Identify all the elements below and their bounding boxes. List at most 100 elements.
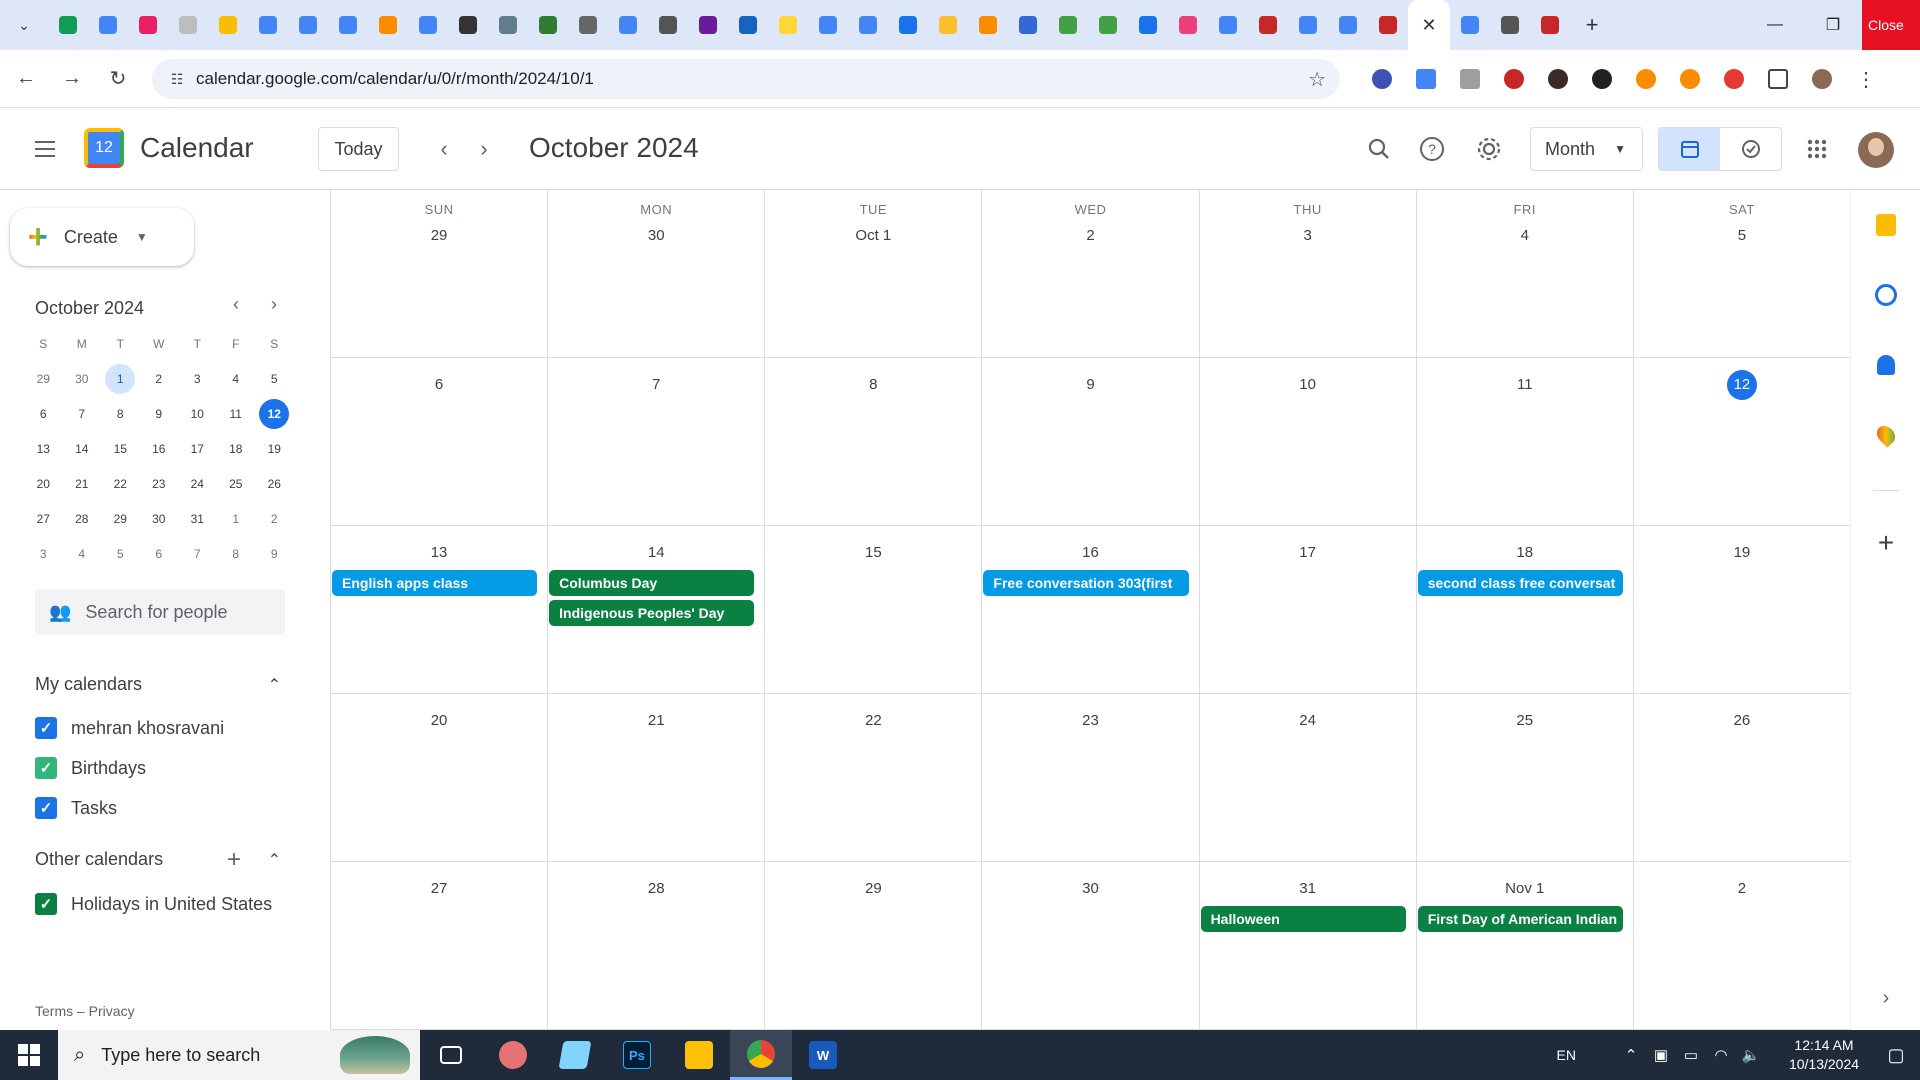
- day-cell[interactable]: 8: [765, 358, 983, 526]
- get-add-ons-icon[interactable]: +: [1873, 527, 1899, 558]
- mini-day[interactable]: 1: [217, 512, 256, 526]
- site-info-icon[interactable]: ☷: [162, 71, 192, 88]
- day-cell[interactable]: Nov 1 First Day of American Indian: [1416, 862, 1634, 1030]
- mini-day[interactable]: 7: [178, 547, 217, 561]
- day-number[interactable]: 27: [331, 874, 547, 904]
- day-number[interactable]: 29: [331, 221, 547, 251]
- mini-day[interactable]: 27: [24, 512, 63, 526]
- next-month-icon[interactable]: ›: [468, 133, 500, 165]
- day-number[interactable]: 31: [1200, 874, 1416, 904]
- calendar-list-item[interactable]: ✓ Holidays in United States: [35, 893, 272, 915]
- extensions-puzzle-icon[interactable]: [1756, 59, 1800, 99]
- day-cell[interactable]: 12: [1633, 358, 1851, 526]
- expand-panel-icon[interactable]: ›: [1873, 985, 1899, 1011]
- browser-tab[interactable]: [848, 0, 888, 50]
- notifications-icon[interactable]: ▢: [1872, 1045, 1920, 1066]
- extension-icon[interactable]: [1492, 59, 1536, 99]
- my-calendars-header[interactable]: My calendars ⌃: [35, 674, 285, 695]
- bookmark-star-icon[interactable]: ☆: [1308, 67, 1326, 92]
- mini-day[interactable]: 6: [24, 407, 63, 421]
- word-app-icon[interactable]: W: [792, 1030, 854, 1080]
- keep-notes-icon[interactable]: [1873, 212, 1899, 238]
- event-chip[interactable]: Columbus Day: [549, 570, 755, 596]
- url-text[interactable]: calendar.google.com/calendar/u/0/r/month…: [196, 69, 594, 89]
- browser-tab[interactable]: [768, 0, 808, 50]
- day-cell[interactable]: 11: [1416, 358, 1634, 526]
- close-window-button[interactable]: Close: [1862, 0, 1920, 50]
- browser-tab[interactable]: [88, 0, 128, 50]
- language-indicator[interactable]: EN: [1557, 1047, 1576, 1063]
- close-tab-icon[interactable]: ✕: [1421, 15, 1436, 36]
- browser-tab[interactable]: [568, 0, 608, 50]
- browser-tab[interactable]: [1088, 0, 1128, 50]
- view-selector[interactable]: Month ▼: [1530, 127, 1643, 171]
- maps-icon[interactable]: [1873, 422, 1899, 448]
- mini-day[interactable]: 29: [101, 512, 140, 526]
- extension-icon[interactable]: [1712, 59, 1756, 99]
- calendar-checkbox[interactable]: ✓: [35, 797, 57, 819]
- mini-day[interactable]: 19: [255, 442, 294, 456]
- extension-icon[interactable]: [1360, 59, 1404, 99]
- mini-day[interactable]: 21: [63, 477, 102, 491]
- calendar-checkbox[interactable]: ✓: [35, 717, 57, 739]
- browser-tab[interactable]: [1490, 0, 1530, 50]
- day-cell[interactable]: 21: [548, 694, 766, 862]
- day-cell[interactable]: 30: [982, 862, 1200, 1030]
- day-cell[interactable]: 6: [331, 358, 549, 526]
- day-number[interactable]: 10: [1200, 370, 1416, 400]
- mini-day[interactable]: 10: [178, 407, 217, 421]
- day-number[interactable]: 8: [765, 370, 981, 400]
- mini-day[interactable]: 13: [24, 442, 63, 456]
- browser-tab[interactable]: [168, 0, 208, 50]
- day-number[interactable]: 15: [765, 538, 981, 568]
- day-number[interactable]: 20: [331, 706, 547, 736]
- browser-tab[interactable]: [488, 0, 528, 50]
- browser-tab[interactable]: [1168, 0, 1208, 50]
- address-bar[interactable]: ☷ calendar.google.com/calendar/u/0/r/mon…: [152, 59, 1340, 99]
- browser-tab[interactable]: [1450, 0, 1490, 50]
- search-icon[interactable]: [1360, 130, 1398, 168]
- day-cell[interactable]: SUN 29: [331, 190, 549, 358]
- create-button[interactable]: + Create ▼: [10, 208, 194, 266]
- file-explorer-icon[interactable]: [668, 1030, 730, 1080]
- browser-tab[interactable]: [128, 0, 168, 50]
- day-cell[interactable]: 25: [1416, 694, 1634, 862]
- day-cell[interactable]: 23: [982, 694, 1200, 862]
- mini-day[interactable]: 31: [178, 512, 217, 526]
- day-number[interactable]: 6: [331, 370, 547, 400]
- day-number[interactable]: Oct 1: [765, 221, 981, 251]
- day-cell[interactable]: MON 30: [548, 190, 766, 358]
- mini-day[interactable]: 11: [217, 407, 256, 421]
- day-cell[interactable]: 15: [765, 526, 983, 694]
- chevron-up-icon[interactable]: ⌃: [268, 675, 281, 695]
- day-number[interactable]: 24: [1200, 706, 1416, 736]
- day-cell[interactable]: 13 English apps class: [331, 526, 549, 694]
- calendar-logo[interactable]: 12: [84, 128, 124, 168]
- mini-day[interactable]: 23: [140, 477, 179, 491]
- taskbar-clock[interactable]: 12:14 AM 10/13/2024: [1776, 1036, 1872, 1074]
- account-avatar[interactable]: [1858, 132, 1894, 168]
- mini-day[interactable]: 6: [140, 547, 179, 561]
- day-cell[interactable]: WED 2: [982, 190, 1200, 358]
- calendar-list-item[interactable]: ✓ Birthdays: [35, 757, 146, 779]
- wifi-icon[interactable]: ◠: [1706, 1046, 1736, 1064]
- day-number[interactable]: 22: [765, 706, 981, 736]
- main-menu-icon[interactable]: [28, 132, 62, 166]
- browser-tab[interactable]: [528, 0, 568, 50]
- volume-icon[interactable]: 🔈: [1736, 1046, 1766, 1064]
- mini-day[interactable]: 7: [63, 407, 102, 421]
- forward-button[interactable]: →: [52, 59, 92, 99]
- day-cell[interactable]: FRI 4: [1416, 190, 1634, 358]
- browser-tab[interactable]: [288, 0, 328, 50]
- browser-tab[interactable]: [1128, 0, 1168, 50]
- day-cell[interactable]: 28: [548, 862, 766, 1030]
- extension-icon[interactable]: [1580, 59, 1624, 99]
- show-hidden-icons-icon[interactable]: ⌃: [1616, 1046, 1646, 1064]
- mini-day[interactable]: 20: [24, 477, 63, 491]
- mini-day[interactable]: 8: [217, 547, 256, 561]
- browser-tab[interactable]: [368, 0, 408, 50]
- mini-day[interactable]: 5: [101, 547, 140, 561]
- profile-avatar-icon[interactable]: [1800, 59, 1844, 99]
- mini-day[interactable]: 2: [255, 512, 294, 526]
- browser-tab[interactable]: [208, 0, 248, 50]
